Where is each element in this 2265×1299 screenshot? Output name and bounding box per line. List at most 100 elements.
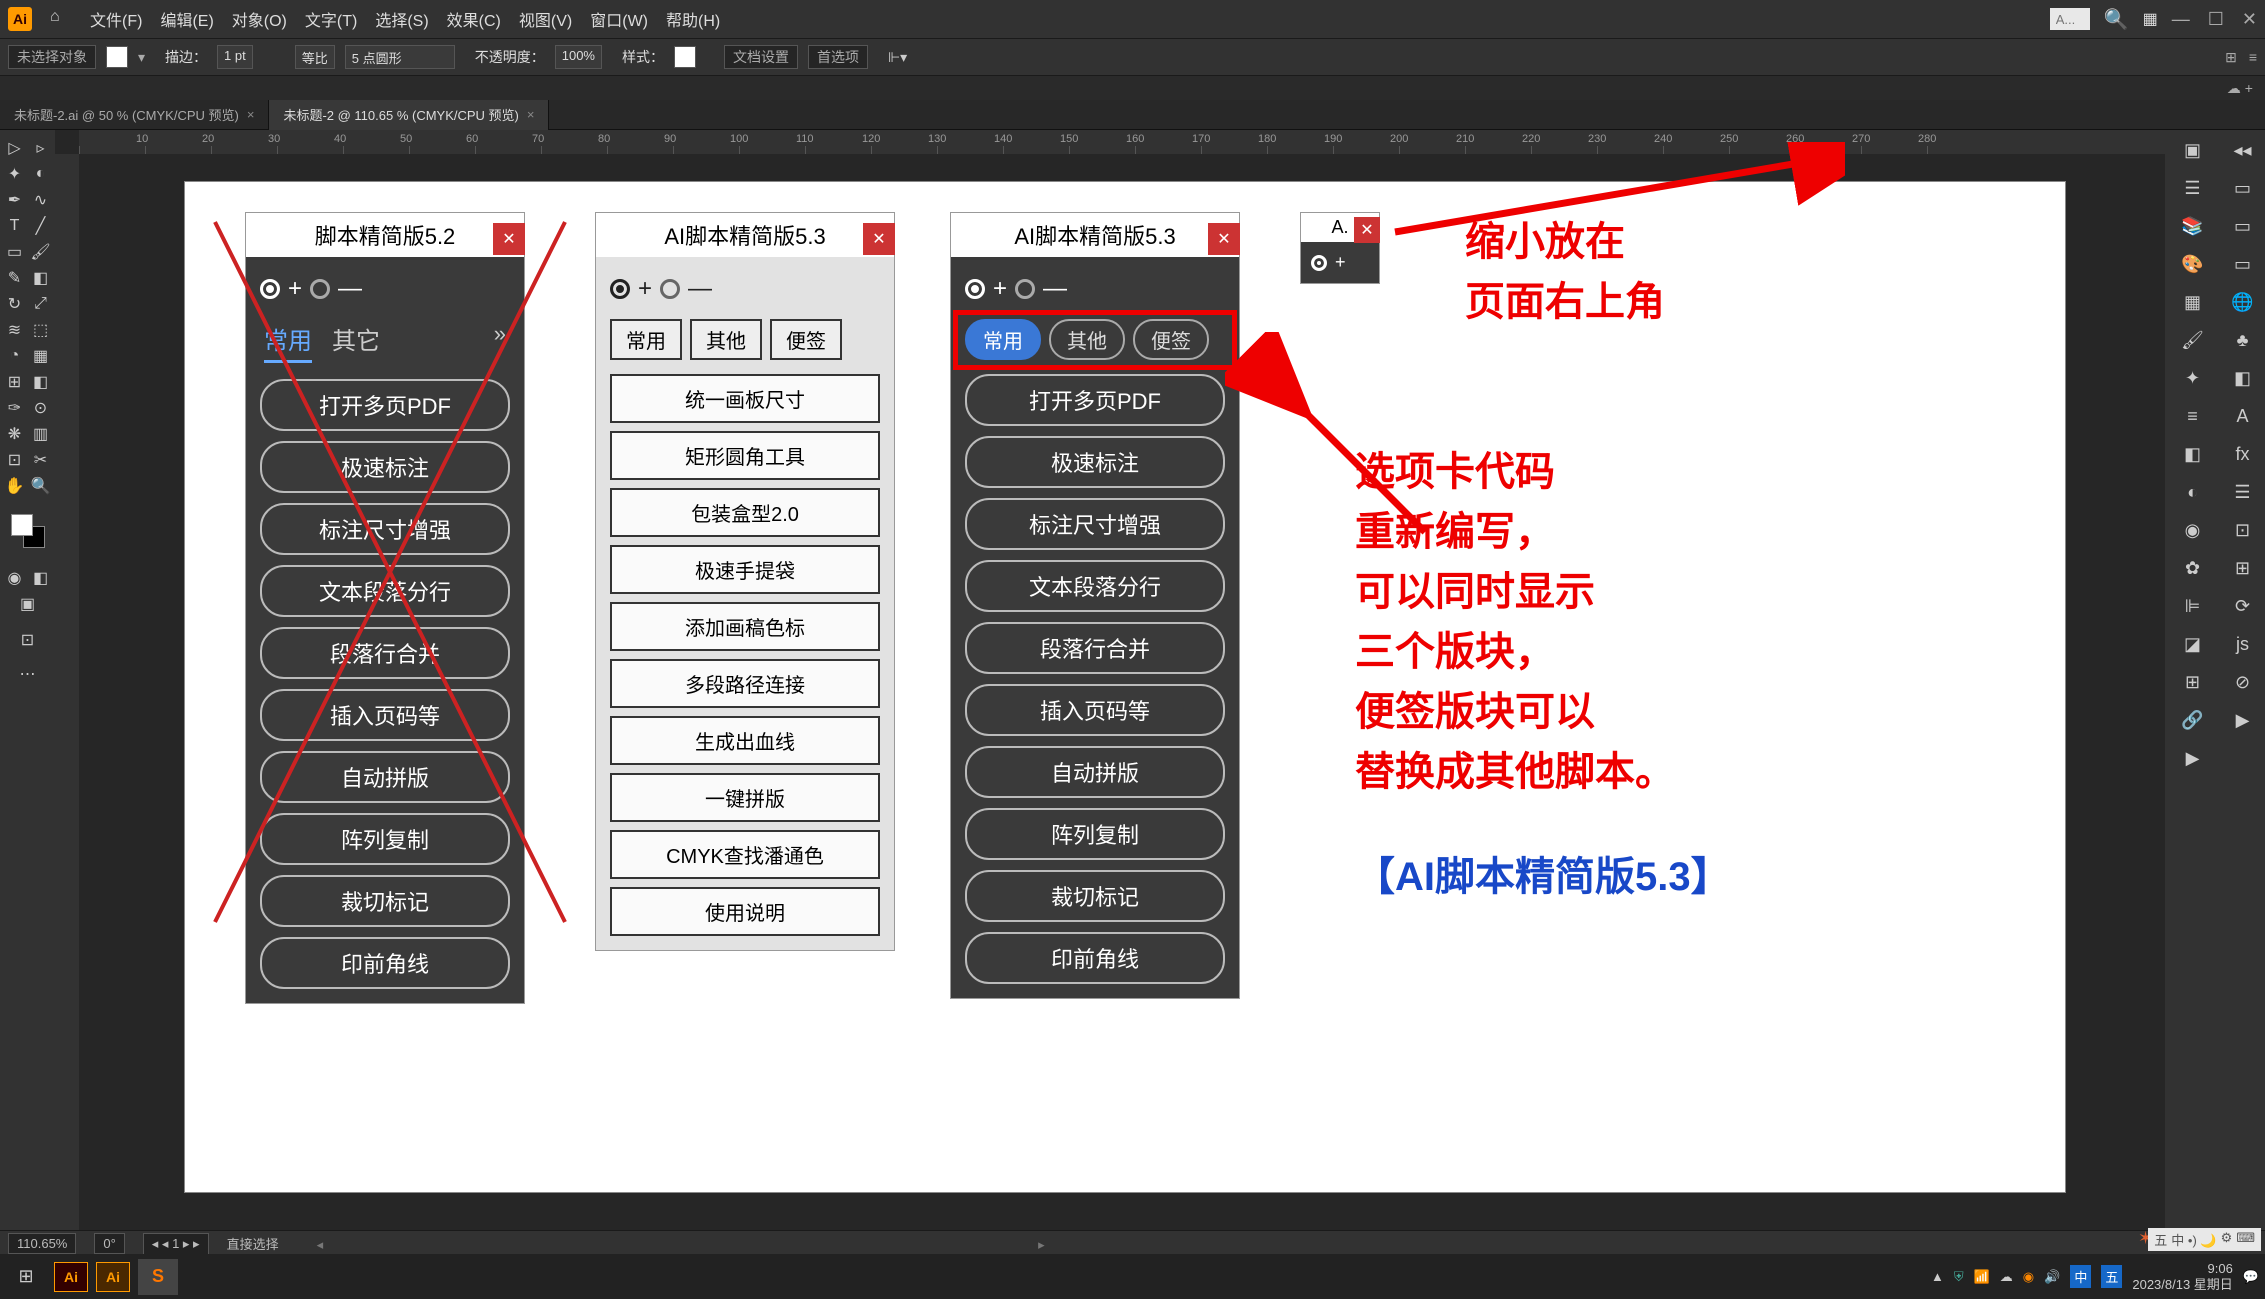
panel-group-icon[interactable]: fx: [2229, 440, 2257, 468]
close-icon[interactable]: ✕: [493, 223, 525, 255]
radio-off-icon[interactable]: [1015, 279, 1035, 299]
script-button[interactable]: 添加画稿色标: [610, 602, 880, 651]
color-panel-icon[interactable]: 🎨: [2179, 250, 2207, 278]
panel-group-icon[interactable]: A: [2229, 402, 2257, 430]
script-button[interactable]: 标注尺寸增强: [965, 498, 1225, 550]
radio-on-icon[interactable]: [610, 279, 630, 299]
script-button[interactable]: 印前角线: [260, 937, 510, 989]
panel-group-icon[interactable]: ◧: [2229, 364, 2257, 392]
script-button[interactable]: 插入页码等: [260, 689, 510, 741]
window-close-button[interactable]: ✕: [2242, 9, 2257, 30]
tray-cloud-icon[interactable]: ☁: [2000, 1269, 2013, 1285]
gradient-tool-icon[interactable]: ◧: [29, 370, 53, 394]
pen-tool-icon[interactable]: ✒: [3, 188, 27, 212]
menu-object[interactable]: 对象(O): [232, 7, 287, 31]
tab-common[interactable]: 常用: [610, 319, 682, 360]
tab-common[interactable]: 常用: [264, 321, 312, 363]
opacity-input[interactable]: 100%: [555, 45, 602, 69]
stroke-weight-input[interactable]: 1 pt: [217, 45, 253, 69]
script-button[interactable]: 生成出血线: [610, 716, 880, 765]
ime-gear-icon[interactable]: ⚙: [2221, 1230, 2233, 1249]
preferences-button[interactable]: 首选项: [808, 45, 868, 69]
tray-icon[interactable]: ▲: [1931, 1269, 1944, 1284]
script-button[interactable]: 裁切标记: [260, 875, 510, 927]
tab-other[interactable]: 其它: [332, 321, 380, 363]
action-center-icon[interactable]: 💬: [2243, 1269, 2259, 1285]
tab-notes[interactable]: 便签: [1133, 319, 1209, 360]
close-icon[interactable]: ✕: [1208, 223, 1240, 255]
menu-type[interactable]: 文字(T): [305, 7, 357, 31]
ime-lang-icon[interactable]: 中 •) 🌙: [2171, 1230, 2216, 1249]
screen-mode-icon[interactable]: ⊡: [16, 628, 40, 652]
home-icon[interactable]: ⌂: [50, 8, 72, 30]
scrollbar-h[interactable]: ◂ ▸: [317, 1234, 1045, 1253]
menu-file[interactable]: 文件(F): [90, 7, 142, 31]
tray-shield-icon[interactable]: ⛨: [1954, 1269, 1964, 1285]
options-menu-icon[interactable]: ≡: [2249, 49, 2257, 66]
pathfinder-panel-icon[interactable]: ◪: [2179, 630, 2207, 658]
tab-other[interactable]: 其他: [1049, 319, 1125, 360]
script-button[interactable]: 文本段落分行: [260, 565, 510, 617]
script-button[interactable]: 包装盒型2.0: [610, 488, 880, 537]
script-button[interactable]: 插入页码等: [965, 684, 1225, 736]
shaper-tool-icon[interactable]: ✎: [3, 266, 27, 290]
transform-panel-icon[interactable]: ⊞: [2179, 668, 2207, 696]
panel-group-icon[interactable]: ▭: [2229, 174, 2257, 202]
appearance-panel-icon[interactable]: ◉: [2179, 516, 2207, 544]
menu-select[interactable]: 选择(S): [375, 7, 428, 31]
tray-ime-wu-icon[interactable]: 五: [2101, 1265, 2122, 1288]
links-panel-icon[interactable]: 🔗: [2179, 706, 2207, 734]
selection-tool-icon[interactable]: ▷: [3, 136, 27, 160]
script-button[interactable]: 极速标注: [965, 436, 1225, 488]
gradient-mode-icon[interactable]: ◧: [29, 566, 53, 590]
align-icon[interactable]: ⊩▾: [888, 49, 907, 66]
close-icon[interactable]: ✕: [1354, 217, 1380, 243]
mesh-tool-icon[interactable]: ⊞: [3, 370, 27, 394]
edit-toolbar-button[interactable]: ⋯: [16, 662, 40, 686]
lasso-tool-icon[interactable]: ◐: [29, 162, 53, 186]
column-graph-icon[interactable]: ▥: [29, 422, 53, 446]
fill-swatch[interactable]: [106, 46, 128, 68]
script-button[interactable]: 阵列复制: [965, 808, 1225, 860]
artboard-nav[interactable]: ◂ ◂ 1 ▸ ▸: [143, 1233, 209, 1255]
menu-help[interactable]: 帮助(H): [666, 7, 720, 31]
ime-bar[interactable]: 五 中 •) 🌙 ⚙ ⌨: [2148, 1228, 2261, 1251]
script-button[interactable]: 使用说明: [610, 887, 880, 936]
panel-group-icon[interactable]: js: [2229, 630, 2257, 658]
panel-group-icon[interactable]: ▭: [2229, 212, 2257, 240]
radio-off-icon[interactable]: [310, 279, 330, 299]
properties-panel-icon[interactable]: ▣: [2179, 136, 2207, 164]
taskbar-app-illustrator-active[interactable]: Ai: [96, 1262, 130, 1292]
radio-on-icon[interactable]: [965, 279, 985, 299]
panel-group-icon[interactable]: ⟳: [2229, 592, 2257, 620]
panel-group-icon[interactable]: ⊘: [2229, 668, 2257, 696]
script-button[interactable]: 自动拼版: [260, 751, 510, 803]
tray-network-icon[interactable]: 📶: [1974, 1269, 1990, 1285]
menu-edit[interactable]: 编辑(E): [160, 7, 213, 31]
graphic-styles-panel-icon[interactable]: ✿: [2179, 554, 2207, 582]
start-button[interactable]: ⊞: [6, 1259, 46, 1295]
perspective-grid-icon[interactable]: ▦: [29, 344, 53, 368]
line-tool-icon[interactable]: ╱: [29, 214, 53, 238]
script-button[interactable]: 标注尺寸增强: [260, 503, 510, 555]
symbols-panel-icon[interactable]: ✦: [2179, 364, 2207, 392]
curvature-tool-icon[interactable]: ∿: [29, 188, 53, 212]
panel-group-icon[interactable]: ▭: [2229, 250, 2257, 278]
fill-stroke-swatch[interactable]: [11, 514, 45, 548]
rectangle-tool-icon[interactable]: ▭: [3, 240, 27, 264]
doc-tab-2[interactable]: 未标题-2 @ 110.65 % (CMYK/CPU 预览) ×: [269, 100, 549, 130]
taskbar-app-illustrator[interactable]: Ai: [54, 1262, 88, 1292]
window-maximize-button[interactable]: ☐: [2208, 9, 2224, 30]
magic-wand-tool-icon[interactable]: ✦: [3, 162, 27, 186]
tab-notes[interactable]: 便签: [770, 319, 842, 360]
artboard-tool-icon[interactable]: ⊡: [3, 448, 27, 472]
search-input[interactable]: [2050, 8, 2090, 30]
scale-mode-select[interactable]: 等比: [295, 45, 335, 69]
script-button[interactable]: 极速标注: [260, 441, 510, 493]
script-button[interactable]: 印前角线: [965, 932, 1225, 984]
scale-tool-icon[interactable]: ⤢: [29, 292, 53, 316]
menu-effect[interactable]: 效果(C): [447, 7, 501, 31]
panel-group-icon[interactable]: ⊡: [2229, 516, 2257, 544]
rotate-tool-icon[interactable]: ↻: [3, 292, 27, 316]
script-button[interactable]: 一键拼版: [610, 773, 880, 822]
